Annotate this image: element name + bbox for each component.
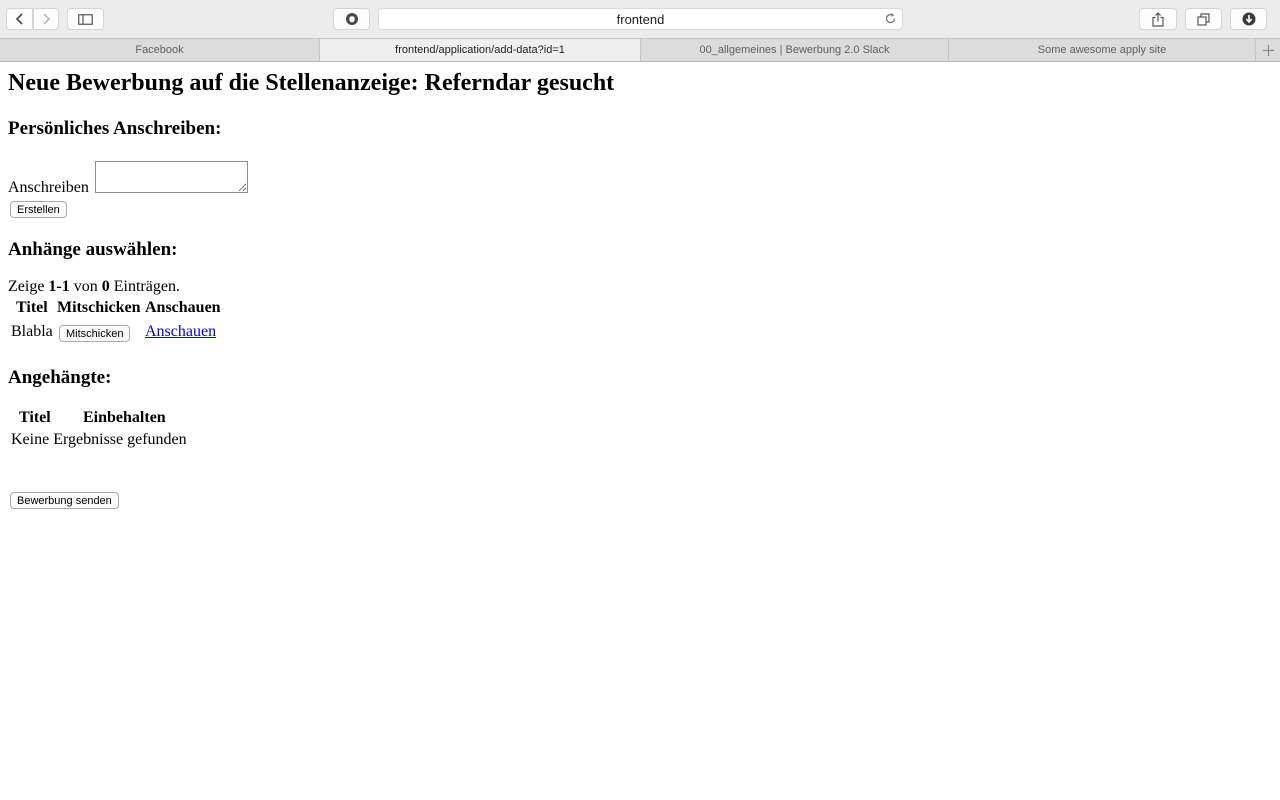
- forward-icon: [41, 13, 51, 25]
- new-tab-button[interactable]: [1256, 39, 1280, 61]
- address-bar[interactable]: frontend: [378, 8, 903, 30]
- tab-frontend[interactable]: frontend/application/add-data?id=1: [320, 39, 641, 61]
- empty-results-text: Keine Ergebnisse gefunden: [11, 431, 187, 448]
- share-button[interactable]: [1139, 8, 1177, 30]
- summary-suffix: Einträgen.: [109, 278, 180, 295]
- new-tab-icon: [1262, 41, 1274, 60]
- view-attachment-link[interactable]: Anschauen: [145, 323, 216, 341]
- cover-letter-heading: Persönliches Anschreiben:: [8, 118, 222, 139]
- tab-label: Some awesome apply site: [1037, 44, 1167, 56]
- submit-application-button[interactable]: Bewerbung senden: [10, 492, 119, 509]
- tab-label: frontend/application/add-data?id=1: [395, 44, 565, 56]
- send-attachment-button[interactable]: Mitschicken: [59, 325, 131, 342]
- column-header-einbehalten: Einbehalten: [83, 409, 166, 426]
- back-icon: [15, 13, 25, 25]
- privacy-button[interactable]: [333, 8, 370, 30]
- summary-range: 1-1: [48, 278, 70, 295]
- downloads-button[interactable]: [1230, 8, 1267, 30]
- forward-button[interactable]: [33, 8, 59, 30]
- tab-facebook[interactable]: Facebook: [0, 39, 320, 61]
- cover-letter-textarea[interactable]: [95, 161, 248, 193]
- tab-slack[interactable]: 00_allgemeines | Bewerbung 2.0 Slack: [641, 39, 949, 61]
- tab-label: 00_allgemeines | Bewerbung 2.0 Slack: [699, 44, 890, 56]
- attached-heading: Angehängte:: [8, 367, 112, 388]
- page-title: Neue Bewerbung auf die Stellenanzeige: R…: [8, 70, 615, 96]
- create-button[interactable]: Erstellen: [10, 201, 67, 218]
- column-header-anschauen: Anschauen: [145, 299, 221, 316]
- sidebar-button[interactable]: [67, 8, 104, 30]
- share-icon: [1152, 11, 1164, 27]
- summary-total: 0: [101, 278, 110, 295]
- summary-middle: von: [69, 278, 102, 295]
- sidebar-icon: [78, 13, 93, 25]
- results-summary: Zeige 1-1 von 0 Einträgen.: [8, 278, 180, 296]
- back-button[interactable]: [6, 8, 33, 30]
- attachments-heading: Anhänge auswählen:: [8, 239, 178, 260]
- tab-label: Facebook: [135, 44, 184, 56]
- reload-icon[interactable]: [884, 12, 897, 28]
- url-text: frontend: [616, 11, 665, 27]
- downloads-icon: [1242, 12, 1256, 26]
- tab-apply-site[interactable]: Some awesome apply site: [949, 39, 1256, 61]
- column-header-mitschicken: Mitschicken: [57, 299, 141, 316]
- tab-bar: Facebook frontend/application/add-data?i…: [0, 38, 1280, 62]
- column-header-titel: Titel: [16, 299, 48, 316]
- page-content: Neue Bewerbung auf die Stellenanzeige: R…: [0, 62, 1280, 800]
- tabs-overview-icon: [1197, 12, 1210, 26]
- column-header-titel: Titel: [19, 409, 51, 426]
- attachment-title: Blabla: [11, 323, 53, 340]
- cover-letter-label: Anschreiben: [8, 179, 89, 196]
- summary-prefix: Zeige: [8, 278, 49, 295]
- browser-toolbar: frontend: [0, 0, 1280, 38]
- privacy-shield-icon: [345, 12, 359, 26]
- tabs-overview-button[interactable]: [1185, 8, 1222, 30]
